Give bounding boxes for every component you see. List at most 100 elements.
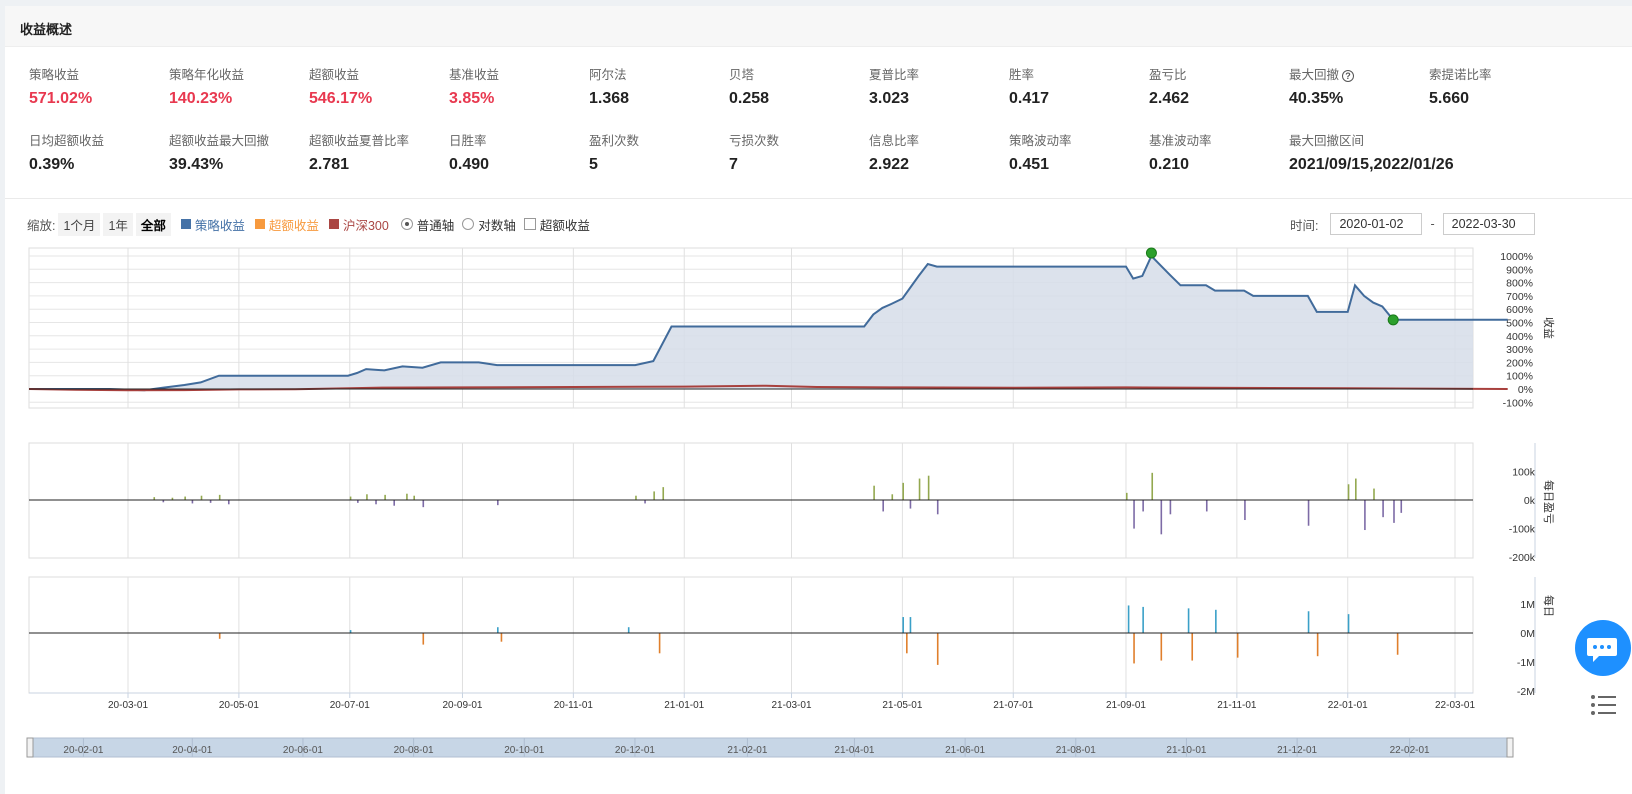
trade-bar — [909, 617, 912, 633]
pnl-y-tick-label: -200k — [1509, 552, 1536, 564]
returns-y-tick-label: 1000% — [1500, 251, 1533, 263]
pnl-bar — [1142, 500, 1144, 512]
trade-bar — [497, 627, 499, 633]
chat-bubble-icon — [1587, 638, 1617, 662]
trade-bar — [1347, 614, 1350, 633]
pnl-bar — [927, 475, 930, 500]
pnl-bar — [909, 500, 912, 509]
pnl-bar — [1393, 500, 1395, 523]
returns-y-tick-label: 0% — [1518, 384, 1533, 396]
returns-y-tick-label: 700% — [1506, 291, 1533, 303]
returns-y-tick-label: -100% — [1503, 397, 1533, 409]
trade-bar — [1316, 633, 1319, 657]
trade-bar — [1215, 609, 1217, 633]
trade-bar — [1127, 605, 1130, 633]
pnl-bar — [918, 478, 921, 500]
x-tick-label: 20-03-01 — [108, 700, 148, 711]
pnl-bar — [497, 500, 499, 506]
navigator-right-handle — [1506, 737, 1514, 758]
pnl-bar — [936, 500, 939, 515]
pnl-bar — [422, 500, 425, 508]
pnl-bar — [1133, 500, 1135, 529]
returns-y-tick-label: 300% — [1506, 344, 1533, 356]
pnl-bar — [1125, 492, 1128, 500]
trade-y-tick-label: 0M — [1520, 628, 1535, 640]
drawdown-marker — [1387, 314, 1399, 326]
trade-bar — [1307, 611, 1310, 633]
x-tick-label: 20-11-01 — [554, 700, 594, 711]
returns-y-tick-label: 600% — [1506, 304, 1533, 316]
pnl-bar — [653, 491, 655, 500]
returns-chart[interactable]: 1000%900% 800%700%600% 500%400%300%200% 100… — [5, 6, 1632, 794]
returns-y-tick-label: 400% — [1506, 331, 1533, 343]
trade-bar — [906, 633, 908, 654]
drawdown-marker — [1145, 247, 1157, 259]
navigator-left-handle — [26, 737, 34, 758]
trade-y-tick-label: -2M — [1517, 686, 1535, 698]
pnl-axis-title: 每日盈亏 — [1542, 480, 1556, 524]
x-tick-label: 22-01-01 — [1328, 700, 1368, 711]
pnl-bar — [644, 500, 646, 504]
trade-axis-title: 每日 — [1542, 595, 1556, 617]
pnl-bar — [1205, 500, 1208, 512]
navigator-tick-label: 20-02-01 — [63, 745, 103, 756]
trade-y-tick-label: 1M — [1520, 599, 1535, 611]
navigator-tick-label: 20-12-01 — [615, 745, 655, 756]
x-tick-label: 20-09-01 — [442, 700, 482, 711]
pnl-bar — [1244, 500, 1246, 521]
x-tick-label: 21-05-01 — [882, 700, 922, 711]
x-tick-label: 20-07-01 — [330, 700, 370, 711]
trade-bar — [218, 633, 221, 639]
pnl-bar — [349, 496, 352, 500]
chat-button[interactable] — [1575, 620, 1631, 676]
pnl-bar — [1373, 488, 1375, 500]
trade-bar — [500, 633, 503, 642]
pnl-bar — [200, 495, 203, 500]
navigator-tick-label: 21-08-01 — [1056, 745, 1096, 756]
navigator-tick-label: 21-10-01 — [1166, 745, 1206, 756]
trade-bar — [1160, 633, 1163, 661]
pnl-bar — [1169, 500, 1172, 515]
pnl-bar — [1364, 500, 1366, 531]
returns-overview-panel: 收益概述 策略收益 571.02% 策略年化收益 140.23% 超额收益 546.17%… — [5, 6, 1632, 794]
pnl-bar — [1355, 478, 1357, 500]
pnl-bar — [184, 496, 186, 500]
pnl-bar — [635, 495, 637, 500]
returns-y-tick-label: 800% — [1506, 278, 1533, 290]
trade-bar — [902, 617, 904, 633]
trade-bar — [1142, 606, 1144, 633]
returns-y-tick-label: 900% — [1506, 264, 1533, 276]
navigator-tick-label: 21-12-01 — [1277, 745, 1317, 756]
navigator-tick-label: 20-04-01 — [172, 745, 212, 756]
pnl-bar — [1382, 500, 1384, 518]
pnl-bar — [384, 494, 386, 500]
pnl-y-tick-label: 0k — [1524, 495, 1536, 507]
returns-y-tick-label: 200% — [1506, 357, 1533, 369]
navigator-tick-label: 21-02-01 — [727, 745, 767, 756]
trade-plot-area — [28, 576, 1474, 694]
trade-y-tick-label: -1M — [1517, 657, 1535, 669]
pnl-bar — [1151, 472, 1154, 500]
pnl-bar — [191, 500, 194, 504]
pnl-bar — [227, 500, 230, 505]
x-tick-label: 21-07-01 — [993, 700, 1033, 711]
trade-bar — [1191, 633, 1194, 661]
list-button[interactable] — [1588, 690, 1632, 722]
navigator-tick-label: 20-06-01 — [283, 745, 323, 756]
pnl-bar — [891, 494, 894, 500]
returns-y-tick-label: 500% — [1506, 318, 1533, 330]
pnl-bar — [366, 494, 368, 500]
pnl-bar — [393, 500, 395, 506]
navigator-tick-label: 21-04-01 — [834, 745, 874, 756]
navigator-tick-label: 20-10-01 — [504, 745, 544, 756]
x-tick-label: 21-11-01 — [1217, 700, 1257, 711]
trade-bar — [1133, 633, 1135, 664]
trade-bar — [1187, 608, 1190, 633]
pnl-bar — [882, 500, 884, 512]
pnl-bar — [218, 494, 221, 500]
pnl-bar — [375, 500, 377, 505]
pnl-y-tick-label: -100k — [1509, 524, 1536, 536]
trade-bar — [658, 633, 661, 654]
x-tick-label: 20-05-01 — [219, 700, 259, 711]
pnl-bar — [1347, 484, 1350, 500]
